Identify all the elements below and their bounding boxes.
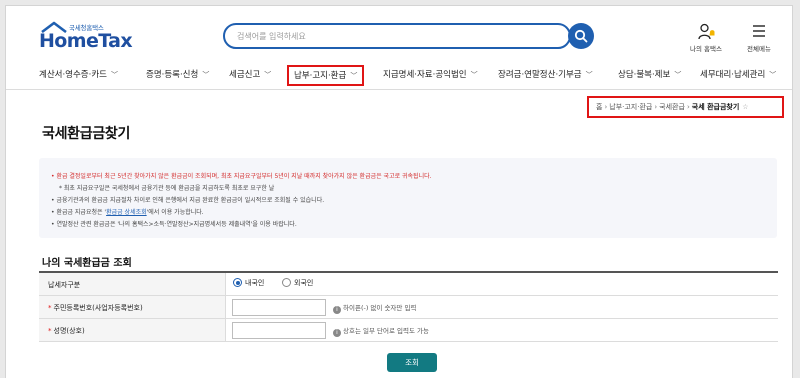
breadcrumb-separator: ›: [654, 103, 658, 111]
chevron-down-icon: ﹀: [674, 71, 682, 79]
search-button[interactable]: [568, 23, 594, 49]
radio-unchecked-icon: [282, 278, 291, 287]
nav-item-payment-refund[interactable]: 납부·고지·환급 ﹀: [287, 65, 365, 86]
favorite-star-icon[interactable]: ☆: [742, 103, 748, 111]
nav-item-tax-filing[interactable]: 세금신고 ﹀: [229, 68, 271, 84]
required-mark: *: [48, 327, 52, 335]
breadcrumb-separator: ›: [604, 103, 608, 111]
search-icon: [574, 29, 588, 43]
breadcrumb-refund[interactable]: 국세환급: [659, 103, 685, 111]
id-number-label: 주민등록번호(사업자등록번호): [53, 304, 143, 312]
name-input[interactable]: [232, 322, 326, 339]
my-hometax-button[interactable]: 나의 홈택스: [684, 21, 728, 55]
breadcrumb-separator: ›: [686, 103, 690, 111]
main-nav: 계산서·영수증·카드 ﹀ 증명·등록·신청 ﹀ 세금신고 ﹀ 납부·고지·환급 ﹀ 지급…: [6, 62, 792, 90]
logo-text: HomeTax: [39, 30, 133, 52]
name-hint: i 상호는 일부 단어로 입력도 가능: [333, 325, 429, 337]
search-input[interactable]: [237, 29, 537, 44]
radio-checked-icon: [233, 278, 242, 287]
chevron-down-icon: ﹀: [110, 71, 118, 79]
notice-line-request: • 환급금 지급요청은 '환급금 상세조회'에서 이용 가능합니다.: [51, 209, 204, 216]
refund-detail-link[interactable]: 환급금 상세조회: [106, 209, 147, 216]
notice-box: • 환급 결정일로부터 최근 5년간 찾아가지 않은 환급금이 조회되며, 최초…: [39, 158, 777, 238]
notice-line-footnote: * 최초 지급요구일은 국세청에서 금융기관 등에 환급금을 지급하도록 최초로…: [59, 185, 275, 192]
all-menu-label: 전체메뉴: [747, 45, 771, 53]
chevron-down-icon: ﹀: [470, 71, 478, 79]
breadcrumb-current: 국세 환급금찾기: [691, 103, 740, 111]
nav-item-invoices[interactable]: 계산서·영수증·카드 ﹀: [39, 68, 118, 84]
chevron-down-icon: ﹀: [769, 71, 777, 79]
info-icon: i: [333, 306, 341, 314]
taxpayer-type-label: 납세자구분: [39, 273, 226, 295]
info-icon: i: [333, 329, 341, 337]
nav-item-consulting[interactable]: 상담·불복·제보 ﹀: [618, 68, 681, 84]
page: 국세청홈택스 HomeTax 나의 홈택스: [5, 5, 793, 378]
page-title: 국세환급금찾기: [42, 126, 131, 142]
notice-line-year-end: • 연말정산 관련 환급금은 '나의 홈택스>소득·연말정산>지급명세서등 제출…: [51, 221, 297, 228]
breadcrumb-home[interactable]: 홈: [596, 103, 602, 111]
breadcrumb: 홈 › 납부·고지·환급 › 국세환급 › 국세 환급금찾기 ☆: [587, 96, 784, 118]
notice-line-bank: • 금융기관과의 환급금 지급절차 차이로 인해 은행에서 지급 완료한 환급금…: [51, 197, 325, 204]
search-box: [223, 23, 571, 49]
required-mark: *: [48, 304, 52, 312]
notice-line-retention: • 환급 결정일로부터 최근 5년간 찾아가지 않은 환급금이 조회되며, 최초…: [51, 173, 432, 180]
id-number-hint: i 하이픈(-) 없이 숫자만 입력: [333, 302, 416, 314]
name-label: 성명(상호): [53, 327, 85, 335]
form-row-id-number: * 주민등록번호(사업자등록번호) i 하이픈(-) 없이 숫자만 입력: [39, 296, 778, 319]
my-hometax-label: 나의 홈택스: [690, 45, 722, 53]
chevron-down-icon: ﹀: [585, 71, 593, 79]
nav-item-certificates[interactable]: 증명·등록·신청 ﹀: [146, 68, 209, 84]
form-row-taxpayer-type: 납세자구분 내국인 외국인: [39, 273, 778, 296]
form-row-name: * 성명(상호) i 상호는 일부 단어로 입력도 가능: [39, 319, 778, 342]
refund-lookup-form: 납세자구분 내국인 외국인 * 주민등록번호(사업자등록번호) i 하이픈(-) 없…: [39, 271, 778, 342]
radio-domestic[interactable]: 내국인: [233, 278, 264, 288]
nav-item-incentives[interactable]: 장려금·연말정산·기부금 ﹀: [498, 68, 593, 84]
chevron-down-icon: ﹀: [350, 72, 358, 80]
chevron-down-icon: ﹀: [202, 71, 210, 79]
nav-item-tax-agent[interactable]: 세무대리·납세관리 ﹀: [700, 68, 776, 84]
search-submit-button[interactable]: 조회: [387, 353, 437, 372]
header: 국세청홈택스 HomeTax 나의 홈택스: [6, 6, 792, 62]
section-title: 나의 국세환급금 조회: [42, 258, 132, 269]
user-bell-icon: [698, 23, 715, 40]
all-menu-button[interactable]: 전체메뉴: [737, 21, 781, 55]
nav-item-statements[interactable]: 지급명세·자료·공익법인 ﹀: [383, 68, 478, 84]
hometax-logo[interactable]: 국세청홈택스 HomeTax: [39, 21, 133, 55]
hamburger-menu-icon: [753, 25, 765, 37]
id-number-input[interactable]: [232, 299, 326, 316]
breadcrumb-payment[interactable]: 납부·고지·환급: [609, 103, 652, 111]
radio-foreign[interactable]: 외국인: [282, 278, 313, 288]
chevron-down-icon: ﹀: [264, 71, 272, 79]
